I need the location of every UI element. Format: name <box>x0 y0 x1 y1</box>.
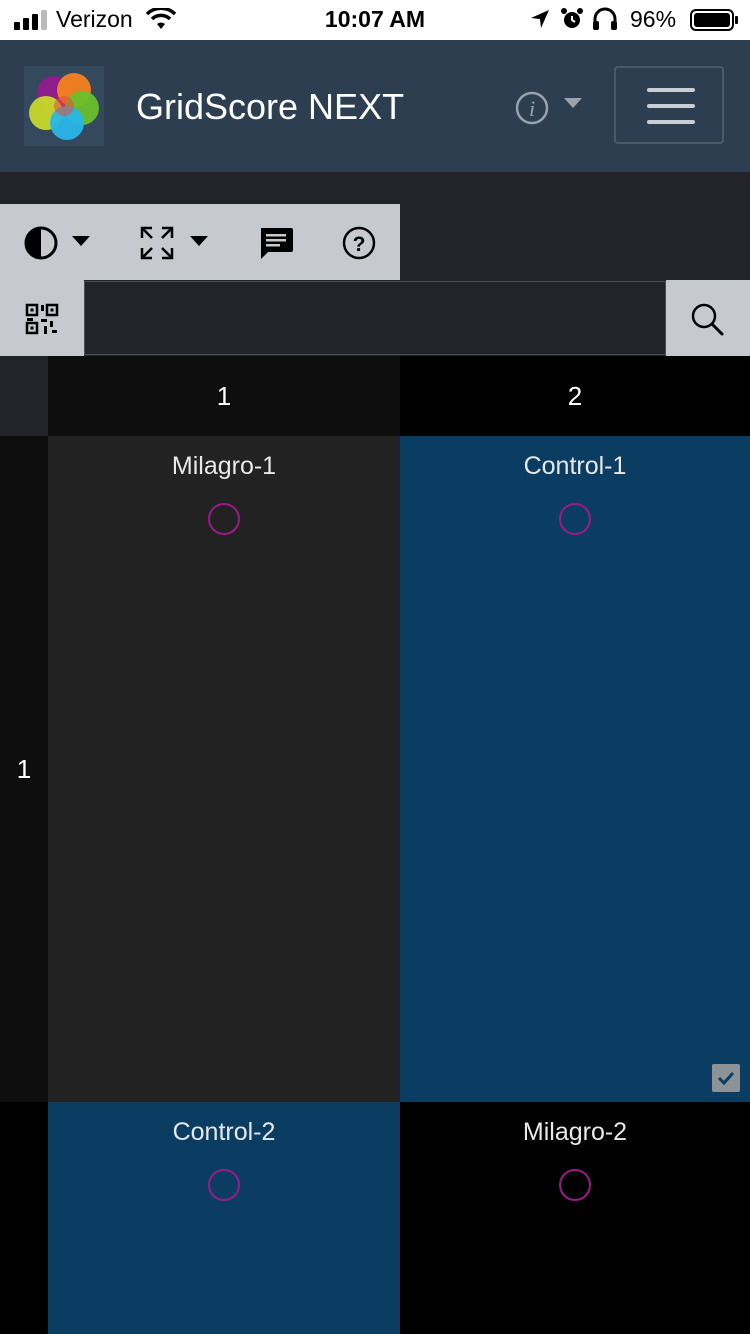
headphones-icon <box>593 7 617 30</box>
grid-corner <box>0 356 48 436</box>
menu-toggle-button[interactable] <box>614 66 724 144</box>
battery-percent: 96% <box>630 6 677 32</box>
comment-icon[interactable] <box>258 226 294 260</box>
navbar: GridScore NEXT i <box>0 40 750 172</box>
marker-circle-icon <box>208 503 240 535</box>
app-title[interactable]: GridScore NEXT <box>136 86 404 128</box>
marker-circle-icon <box>559 1169 591 1201</box>
app-logo[interactable] <box>24 66 104 146</box>
contrast-icon <box>24 226 58 260</box>
expand-icon <box>140 226 174 260</box>
plot-name: Milagro-1 <box>171 452 277 480</box>
qr-scan-button[interactable] <box>0 280 84 356</box>
alarm-icon <box>561 8 583 28</box>
plot-cell[interactable]: Control-2 <box>48 1102 400 1334</box>
search-button[interactable] <box>666 280 750 356</box>
toolbar: ? <box>0 204 400 280</box>
status-bar: Verizon 10:07 AM 96% <box>0 0 750 40</box>
hamburger-icon <box>647 88 695 92</box>
plot-cell[interactable]: Milagro-1 <box>48 436 400 1102</box>
qr-code-icon <box>25 303 59 335</box>
help-icon[interactable]: ? <box>342 226 376 260</box>
checkmark-icon <box>712 1064 740 1092</box>
plot-cell[interactable]: Milagro-2 <box>400 1102 750 1334</box>
location-icon <box>531 10 549 28</box>
row-header-1: 1 <box>0 436 48 1102</box>
plot-name: Control-1 <box>523 452 627 480</box>
plot-name: Control-2 <box>172 1118 276 1146</box>
row-header-2 <box>0 1102 48 1334</box>
caret-down-icon <box>190 236 208 246</box>
theme-dropdown[interactable] <box>20 224 96 260</box>
plot-cell[interactable]: Control-1 <box>400 436 750 1102</box>
caret-down-icon <box>72 236 90 246</box>
svg-text:i: i <box>529 96 535 121</box>
column-header-2: 2 <box>400 356 750 436</box>
marker-circle-icon <box>559 503 591 535</box>
plot-name: Milagro-2 <box>522 1118 628 1146</box>
battery-icon <box>690 9 738 31</box>
info-icon: i <box>515 91 549 125</box>
svg-text:?: ? <box>353 233 366 256</box>
fullscreen-dropdown[interactable] <box>136 224 212 260</box>
caret-down-icon <box>564 98 582 108</box>
marker-circle-icon <box>208 1169 240 1201</box>
search-input[interactable] <box>84 281 666 355</box>
search-icon <box>691 303 724 336</box>
info-dropdown[interactable]: i <box>514 90 586 126</box>
column-header-1: 1 <box>48 356 400 436</box>
